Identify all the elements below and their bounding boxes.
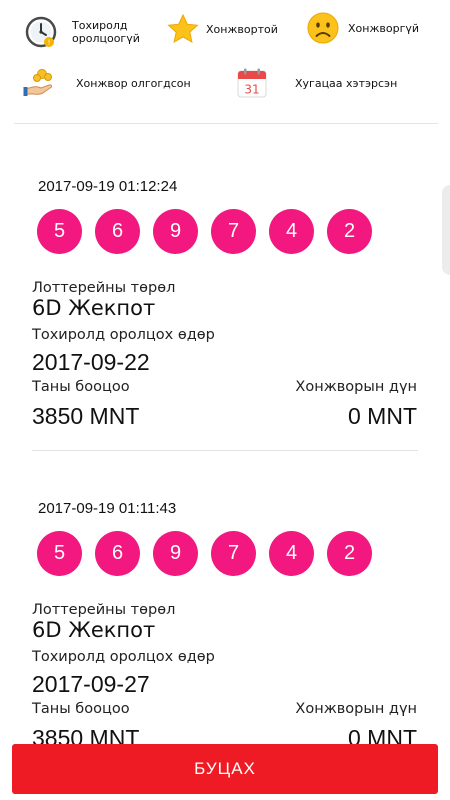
number-ball: 6	[95, 209, 140, 254]
lottery-type-value: 6D Жекпот	[32, 618, 156, 642]
divider	[14, 123, 438, 124]
prize-amount-label: Хонжворын дүн	[295, 701, 417, 717]
ticket-card: 2017-09-19 01:12:24 5 6 9 7 4 2 Лоттерей…	[0, 125, 450, 451]
legend-item-no-win: Хонжворгүй	[306, 11, 419, 45]
legend-label: Хонжвортой	[206, 22, 278, 36]
ticket-datetime: 2017-09-19 01:11:43	[38, 500, 177, 517]
legend-label: Хонжвор олгогдсон	[76, 76, 191, 90]
prize-amount-label: Хонжворын дүн	[295, 379, 417, 395]
legend-item-prize-paid: Хонжвор олгогдсон	[22, 66, 191, 100]
legend-item-expired: 31 Хугацаа хэтэрсэн	[235, 66, 397, 100]
number-ball: 4	[269, 531, 314, 576]
bet-amount-value: 3850 MNT	[32, 725, 140, 745]
lottery-type-value: 6D Жекпот	[32, 296, 156, 320]
number-ball: 5	[37, 531, 82, 576]
number-ball: 9	[153, 209, 198, 254]
draw-date-label: Тохиролд оролцох өдөр	[32, 327, 215, 343]
back-button[interactable]: БУЦАХ	[12, 744, 438, 794]
star-icon	[166, 12, 200, 46]
number-ball: 2	[327, 209, 372, 254]
number-ball: 7	[211, 531, 256, 576]
number-ball: 2	[327, 531, 372, 576]
lottery-type-label: Лоттерейны төрөл	[32, 602, 176, 618]
ticket-numbers: 5 6 9 7 4 2	[37, 531, 372, 576]
legend-label: Хонжворгүй	[348, 21, 420, 35]
sad-face-icon	[306, 11, 340, 45]
ticket-list[interactable]: 2017-09-19 01:12:24 5 6 9 7 4 2 Лоттерей…	[0, 125, 450, 745]
lottery-type-label: Лоттерейны төрөл	[32, 280, 176, 296]
calendar-day: 31	[244, 83, 259, 97]
calendar-icon: 31	[235, 66, 269, 100]
clock-icon: !	[24, 15, 58, 49]
prize-amount-value: 0 MNT	[348, 725, 417, 745]
legend-item-winning: Хонжвортой	[166, 12, 278, 46]
bet-amount-value: 3850 MNT	[32, 403, 140, 429]
ticket-datetime: 2017-09-19 01:12:24	[38, 178, 178, 195]
number-ball: 4	[269, 209, 314, 254]
number-ball: 7	[211, 209, 256, 254]
bet-amount-label: Таны бооцоо	[32, 701, 130, 717]
draw-date-label: Тохиролд оролцох өдөр	[32, 649, 215, 665]
ticket-card: 2017-09-19 01:11:43 5 6 9 7 4 2 Лоттерей…	[0, 447, 450, 745]
bet-amount-label: Таны бооцоо	[32, 379, 130, 395]
draw-date-value: 2017-09-22	[32, 349, 150, 375]
status-legend: ! Тохиролд оролцоогүй Хонжвортой Хонжвор…	[0, 0, 450, 125]
coins-hand-icon	[22, 66, 56, 100]
ticket-numbers: 5 6 9 7 4 2	[37, 209, 372, 254]
number-ball: 9	[153, 531, 198, 576]
number-ball: 6	[95, 531, 140, 576]
legend-label: Хугацаа хэтэрсэн	[295, 76, 398, 90]
svg-text:!: !	[48, 39, 51, 47]
legend-label: Тохиролд оролцоогүй	[72, 19, 140, 45]
legend-item-not-drawn: ! Тохиролд оролцоогүй	[24, 15, 140, 49]
prize-amount-value: 0 MNT	[348, 403, 417, 429]
draw-date-value: 2017-09-27	[32, 671, 150, 697]
number-ball: 5	[37, 209, 82, 254]
